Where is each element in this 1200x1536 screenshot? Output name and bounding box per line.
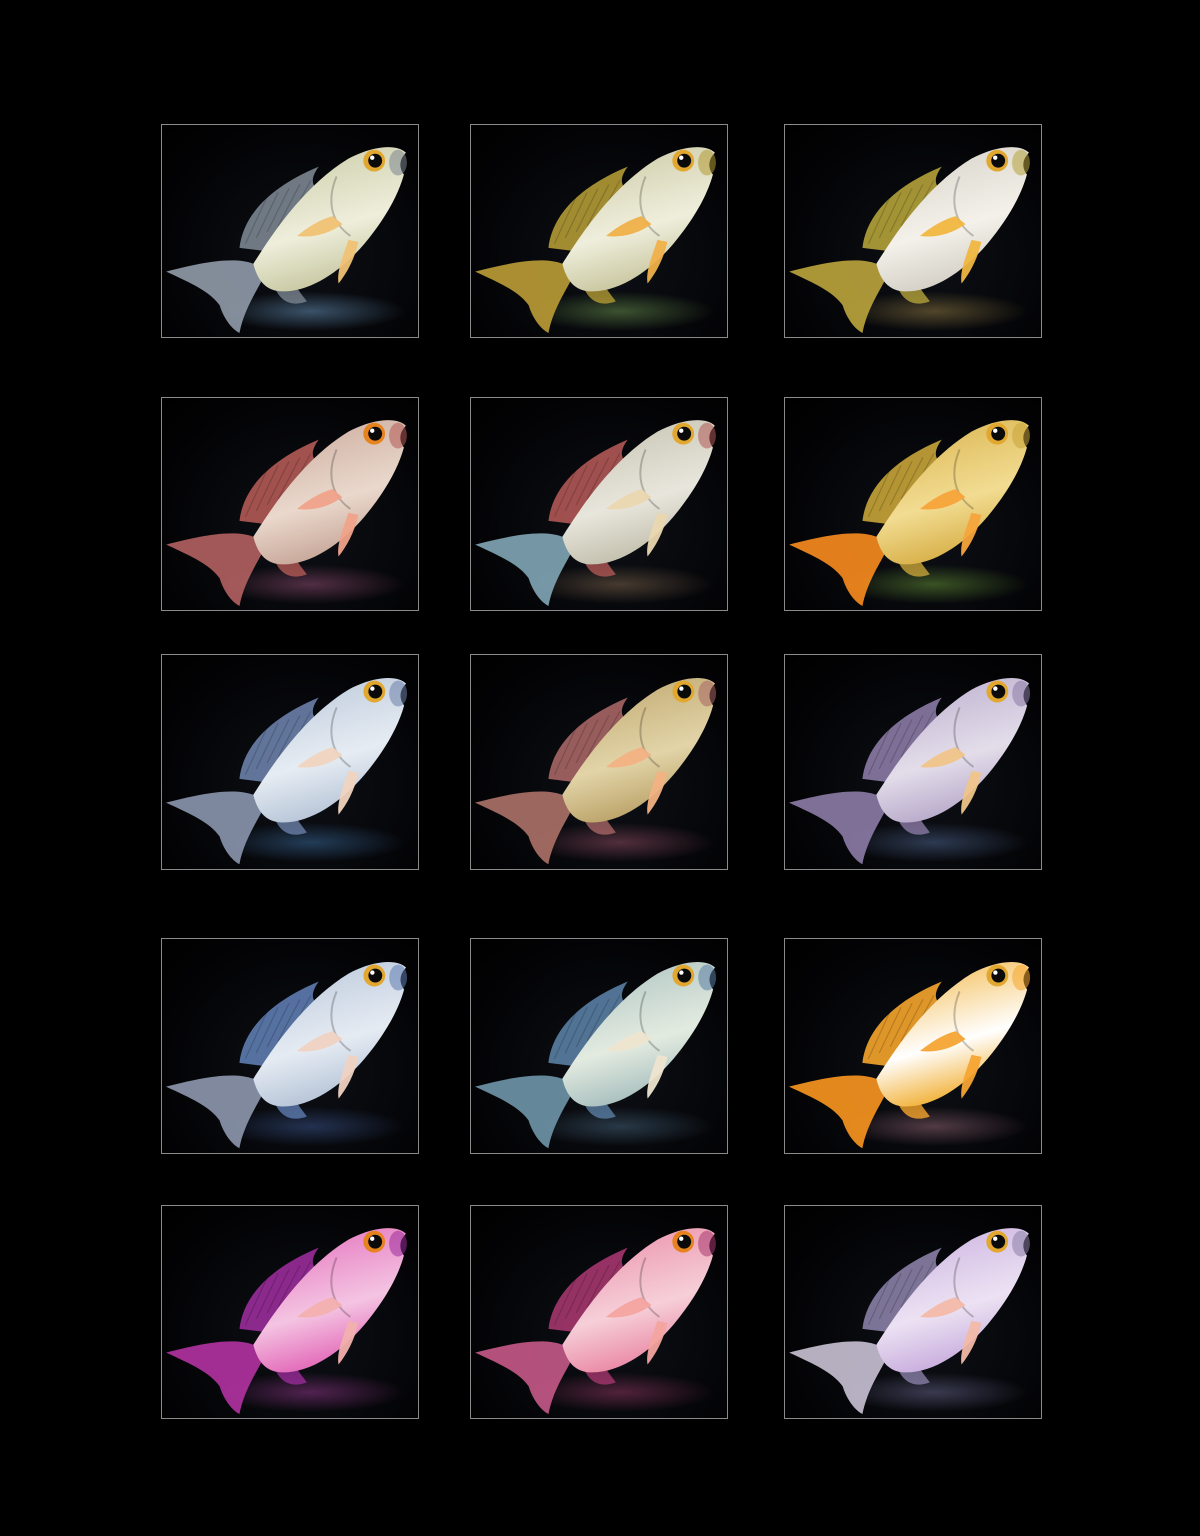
fish-illustration <box>789 147 1030 334</box>
fish-pupil <box>677 153 692 168</box>
eye-highlight <box>370 686 375 691</box>
fish-grid <box>0 0 1200 1536</box>
fish-illustration <box>475 1228 716 1415</box>
mouth <box>1012 680 1031 707</box>
mouth <box>389 680 408 707</box>
fish-illustration <box>788 961 1031 1149</box>
eye-highlight <box>679 155 684 160</box>
fish-tile <box>784 397 1042 611</box>
fish-illustration <box>166 420 407 607</box>
mouth <box>698 1230 716 1257</box>
eye-highlight <box>993 970 998 975</box>
eye-highlight <box>993 155 998 160</box>
eye-highlight <box>679 428 684 433</box>
mouth <box>1012 149 1030 176</box>
fish-tile <box>784 654 1042 870</box>
fish-tile <box>161 938 419 1154</box>
eye-highlight <box>679 1236 684 1241</box>
fish-tile <box>470 938 728 1154</box>
fish-pupil <box>991 153 1006 168</box>
fish-tile <box>470 1205 728 1419</box>
fish-tile <box>161 124 419 338</box>
fish-illustration <box>166 1228 407 1415</box>
fish-pupil <box>368 153 383 168</box>
fish-illustration <box>475 147 716 334</box>
fish-illustration <box>165 961 408 1149</box>
fish-illustration <box>474 961 717 1149</box>
fish-illustration <box>165 677 408 865</box>
mouth <box>389 964 408 991</box>
fish-pupil <box>677 426 692 441</box>
fish-tile <box>470 124 728 338</box>
fish-tile <box>161 654 419 870</box>
fish-tile <box>161 397 419 611</box>
fish-pupil <box>677 1234 692 1249</box>
eye-highlight <box>679 686 684 691</box>
mouth <box>389 422 407 449</box>
fish-pupil <box>991 684 1006 699</box>
mouth <box>698 964 717 991</box>
fish-pupil <box>368 684 383 699</box>
mouth <box>389 149 407 176</box>
fish-pupil <box>677 684 692 699</box>
fish-pupil <box>991 426 1006 441</box>
eye-highlight <box>370 155 375 160</box>
mouth <box>698 422 716 449</box>
fish-pupil <box>368 426 383 441</box>
mouth <box>1012 1230 1030 1257</box>
fish-tile <box>161 1205 419 1419</box>
mouth <box>698 149 716 176</box>
mouth <box>1012 964 1031 991</box>
fish-illustration <box>474 677 717 865</box>
fish-illustration <box>789 420 1030 607</box>
mouth <box>698 680 717 707</box>
eye-highlight <box>993 1236 998 1241</box>
fish-pupil <box>368 1234 383 1249</box>
eye-highlight <box>679 970 684 975</box>
fish-illustration <box>788 677 1031 865</box>
eye-highlight <box>993 428 998 433</box>
fish-illustration <box>789 1228 1030 1415</box>
fish-tile <box>784 1205 1042 1419</box>
mouth <box>389 1230 407 1257</box>
fish-tile <box>470 654 728 870</box>
fish-illustration <box>475 420 716 607</box>
eye-highlight <box>370 970 375 975</box>
fish-tile <box>784 938 1042 1154</box>
fish-pupil <box>368 968 383 983</box>
fish-pupil <box>991 1234 1006 1249</box>
mouth <box>1012 422 1030 449</box>
fish-pupil <box>677 968 692 983</box>
fish-illustration <box>166 147 407 334</box>
fish-tile <box>470 397 728 611</box>
eye-highlight <box>370 1236 375 1241</box>
fish-tile <box>784 124 1042 338</box>
eye-highlight <box>993 686 998 691</box>
eye-highlight <box>370 428 375 433</box>
fish-pupil <box>991 968 1006 983</box>
